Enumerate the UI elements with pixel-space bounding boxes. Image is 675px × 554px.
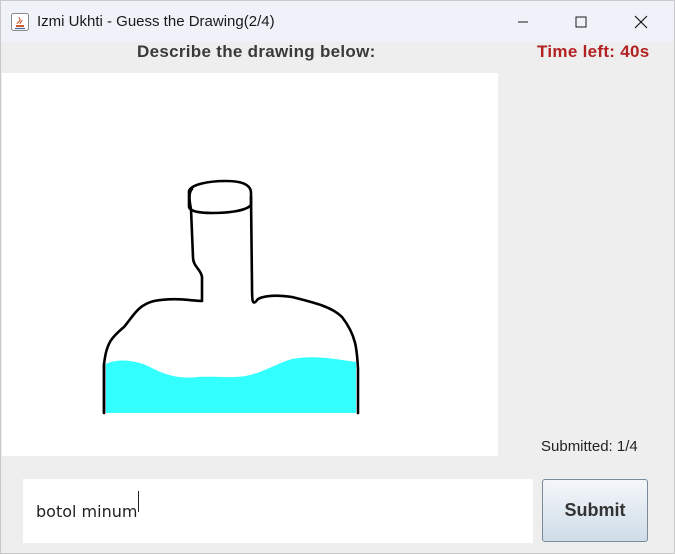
close-icon xyxy=(634,15,648,28)
close-button[interactable] xyxy=(612,1,670,42)
text-caret xyxy=(138,491,140,512)
drawing-prompt: Describe the drawing below: xyxy=(137,42,376,61)
submitted-count: Submitted: 1/4 xyxy=(541,438,638,455)
app-window: Izmi Ukhti - Guess the Drawing(2/4) Desc… xyxy=(0,0,675,554)
minimize-button[interactable] xyxy=(494,1,552,42)
minimize-icon xyxy=(518,21,528,22)
java-app-icon xyxy=(11,13,29,31)
window-title: Izmi Ukhti - Guess the Drawing(2/4) xyxy=(37,13,275,30)
drawing-canvas xyxy=(2,73,498,456)
title-bar[interactable]: Izmi Ukhti - Guess the Drawing(2/4) xyxy=(1,1,674,42)
time-left-label: Time left: 40s xyxy=(537,42,650,61)
maximize-icon xyxy=(575,16,587,27)
water-fill xyxy=(106,357,356,413)
bottle-drawing xyxy=(102,179,360,415)
maximize-button[interactable] xyxy=(552,1,610,42)
answer-input[interactable] xyxy=(23,479,533,543)
submit-button[interactable]: Submit xyxy=(542,479,648,542)
bottle-cap xyxy=(187,179,253,215)
